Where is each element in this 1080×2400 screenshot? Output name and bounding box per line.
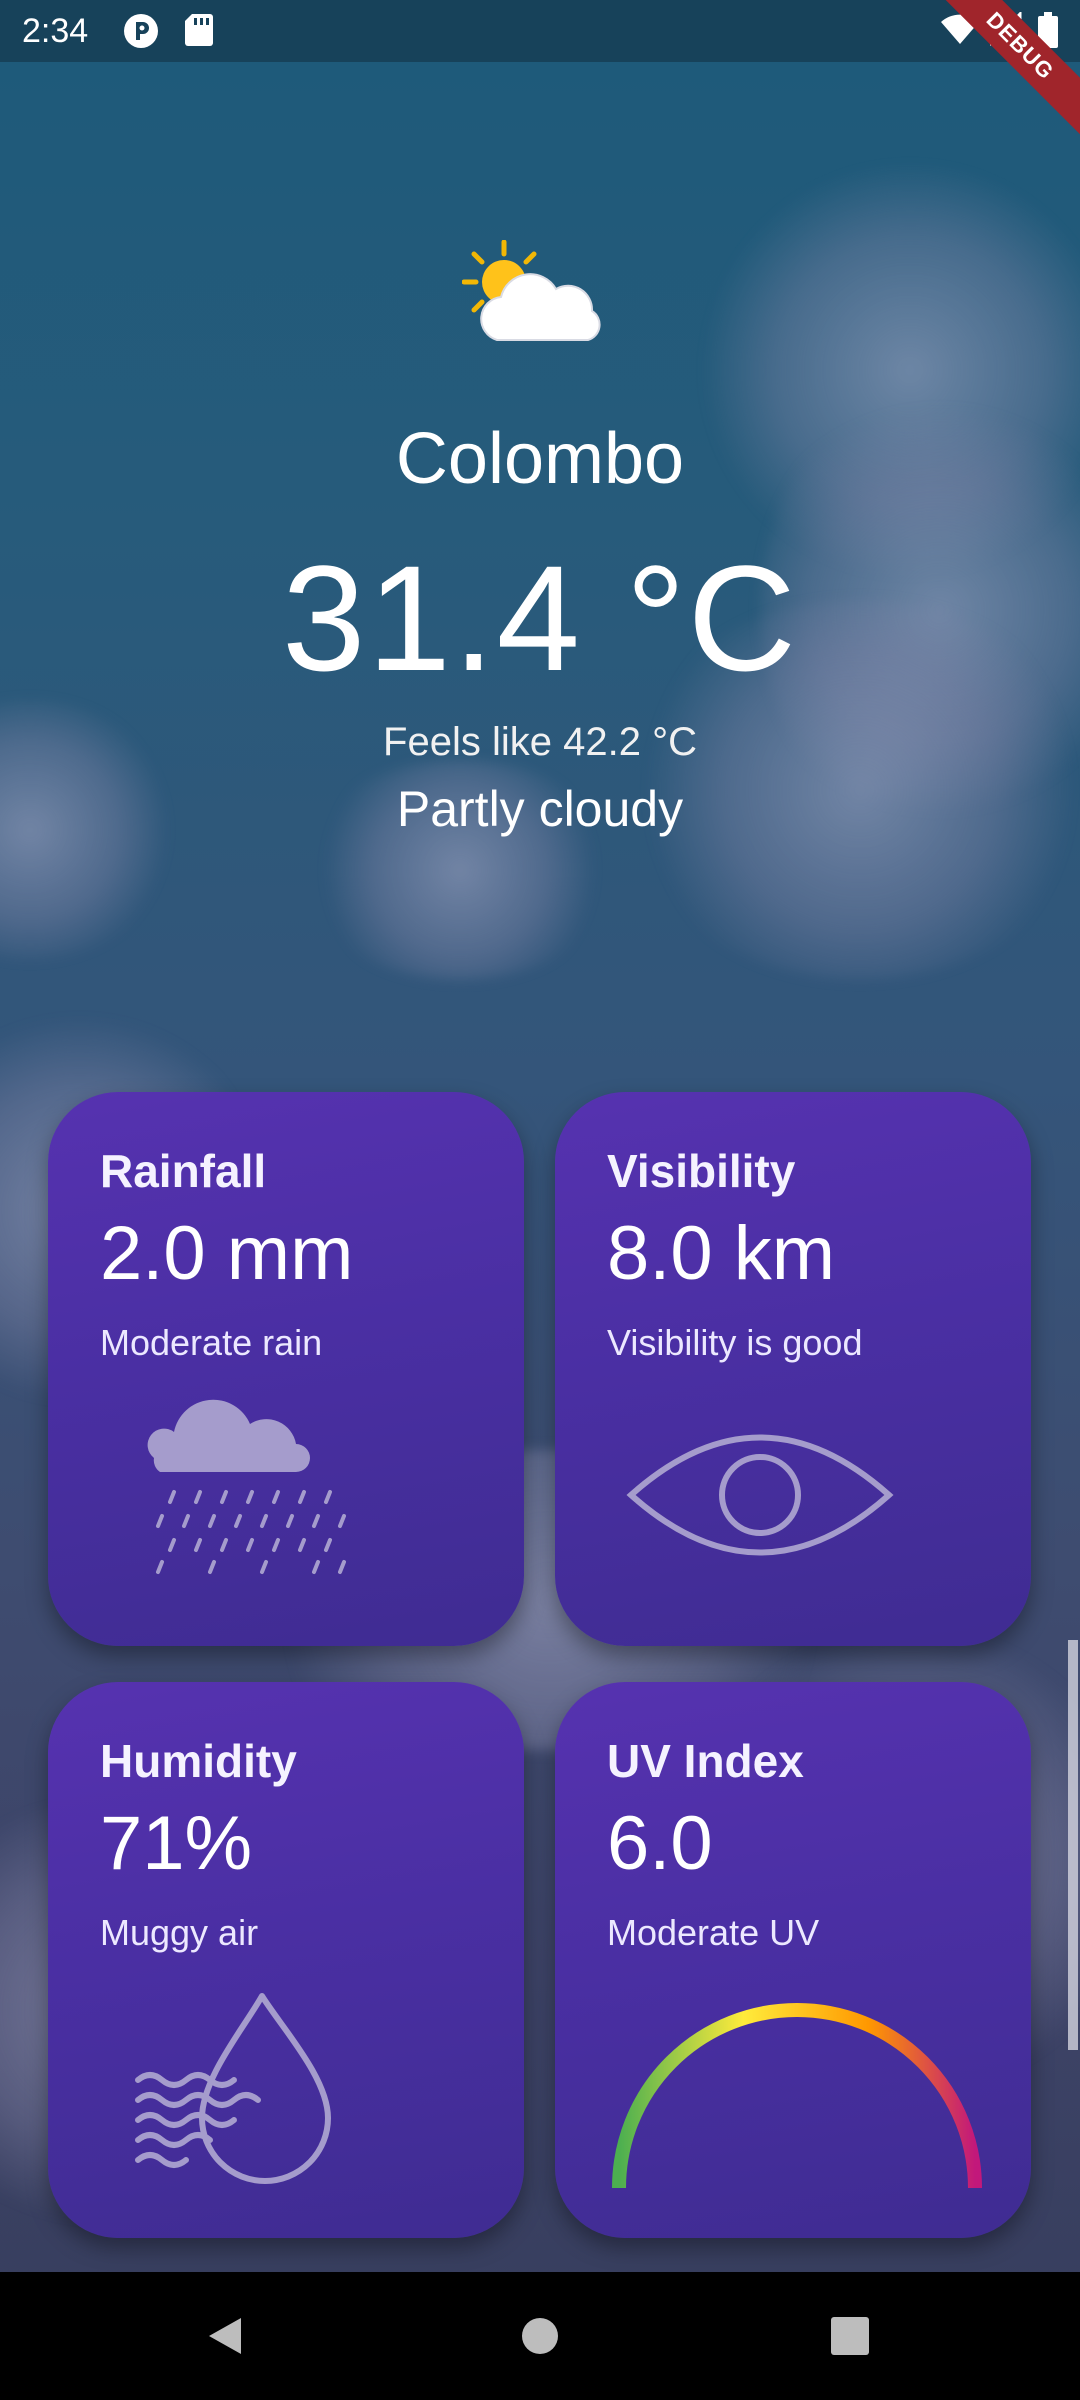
visibility-card[interactable]: Visibility 8.0 km Visibility is good bbox=[555, 1092, 1031, 1646]
p-icon bbox=[122, 12, 160, 55]
humidity-drop-icon bbox=[132, 1988, 352, 2193]
card-title: Rainfall bbox=[100, 1145, 267, 1197]
humidity-card[interactable]: Humidity 71% Muggy air bbox=[48, 1682, 524, 2238]
back-icon[interactable] bbox=[145, 2272, 305, 2400]
card-title: Visibility bbox=[607, 1145, 796, 1197]
status-bar: 2:34 DEBUG bbox=[0, 0, 1080, 153]
navigation-bar bbox=[0, 2272, 1080, 2400]
home-icon[interactable] bbox=[460, 2272, 620, 2400]
card-desc: Visibility is good bbox=[607, 1322, 863, 1363]
status-time: 2:34 bbox=[22, 12, 89, 50]
uv-index-card[interactable]: UV Index 6.0 Moderate UV bbox=[555, 1682, 1031, 2238]
weather-condition: Partly cloudy bbox=[396, 781, 684, 837]
screen: 2:34 DEBUG Colombo 31.4 °C Feels like 42… bbox=[0, 0, 1080, 2400]
card-value: 8.0 km bbox=[607, 1211, 836, 1296]
temperature: 31.4 °C bbox=[282, 534, 798, 702]
partly-cloudy-icon bbox=[461, 239, 612, 350]
card-desc: Muggy air bbox=[100, 1912, 259, 1953]
eye-icon bbox=[625, 1420, 895, 1575]
rainfall-card[interactable]: Rainfall 2.0 mm Moderate rain bbox=[48, 1092, 524, 1646]
uv-gauge-icon bbox=[607, 1994, 987, 2199]
card-value: 6.0 bbox=[607, 1801, 713, 1886]
card-title: Humidity bbox=[100, 1735, 297, 1787]
card-title: UV Index bbox=[607, 1735, 804, 1787]
card-value: 2.0 mm bbox=[100, 1211, 354, 1296]
card-desc: Moderate rain bbox=[100, 1322, 323, 1363]
rain-cloud-icon bbox=[124, 1392, 374, 1587]
city-name: Colombo bbox=[395, 419, 685, 499]
scrollbar[interactable] bbox=[1068, 1640, 1078, 2050]
feels-like: Feels like 42.2 °C bbox=[383, 720, 697, 764]
sd-card-icon bbox=[184, 12, 214, 53]
recents-icon[interactable] bbox=[770, 2272, 930, 2400]
card-value: 71% bbox=[100, 1801, 253, 1886]
card-desc: Moderate UV bbox=[607, 1912, 820, 1953]
